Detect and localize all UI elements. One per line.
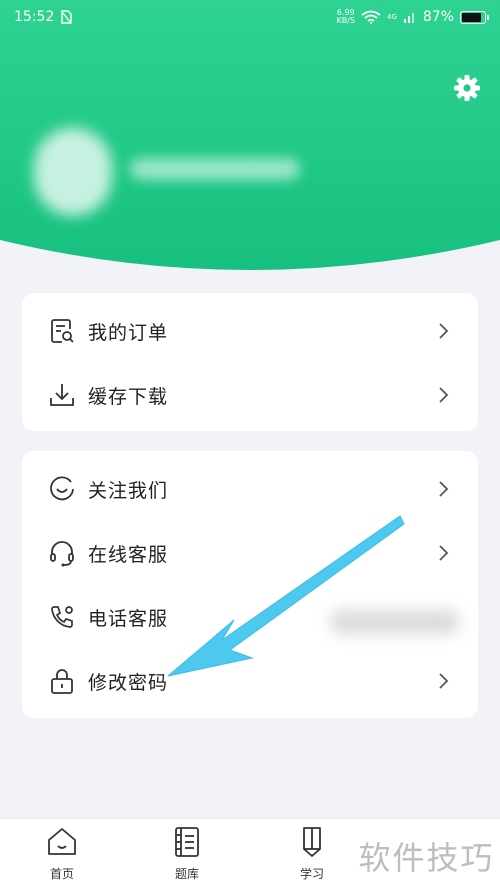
chevron-right-icon bbox=[439, 673, 449, 689]
status-time: 15:52 bbox=[14, 9, 55, 25]
tab-label: 题库 bbox=[174, 867, 199, 881]
username-blurred bbox=[130, 158, 300, 180]
menu-item-my-orders[interactable]: 我的订单 bbox=[22, 299, 478, 363]
phone-icon bbox=[51, 606, 73, 628]
headset-icon bbox=[50, 541, 74, 567]
home-icon bbox=[48, 828, 76, 855]
network-type: 4G bbox=[386, 13, 397, 21]
avatar[interactable] bbox=[34, 128, 112, 216]
menu-card-account: 我的订单 缓存下载 bbox=[22, 293, 478, 431]
sim-icon bbox=[61, 10, 73, 24]
question-bank-icon bbox=[175, 827, 199, 857]
status-bar: 15:52 6.99 KB/S 4G 87% bbox=[0, 0, 500, 34]
tab-label: 学习 bbox=[299, 867, 324, 881]
menu-item-label: 我的订单 bbox=[88, 321, 169, 344]
wifi-icon bbox=[361, 10, 381, 24]
menu-item-label: 修改密码 bbox=[88, 671, 169, 694]
pencil-icon bbox=[303, 827, 321, 857]
smile-icon bbox=[50, 476, 74, 501]
signal-icon bbox=[403, 13, 414, 23]
battery-percent: 87% bbox=[422, 9, 454, 25]
chevron-right-icon bbox=[439, 545, 449, 561]
chevron-right-icon bbox=[439, 481, 449, 497]
tab-question-bank[interactable]: 题库 bbox=[157, 825, 217, 885]
chevron-right-icon bbox=[439, 387, 449, 403]
menu-item-label: 在线客服 bbox=[88, 543, 169, 566]
watermark: 软件技巧 bbox=[353, 826, 500, 886]
menu-item-label: 缓存下载 bbox=[88, 385, 169, 408]
download-icon bbox=[50, 384, 74, 406]
lock-icon bbox=[51, 669, 73, 694]
profile-header: 15:52 6.99 KB/S 4G 87% bbox=[0, 0, 500, 272]
tab-home[interactable]: 首页 bbox=[32, 825, 92, 885]
menu-item-label: 关注我们 bbox=[88, 479, 169, 502]
annotation-arrow-icon bbox=[167, 515, 405, 677]
settings-gear-icon[interactable] bbox=[453, 74, 481, 102]
network-speed: 6.99 KB/S bbox=[336, 8, 355, 25]
tab-label: 首页 bbox=[49, 867, 74, 881]
order-search-icon bbox=[51, 319, 74, 343]
tab-study[interactable]: 学习 bbox=[282, 825, 342, 885]
menu-item-cache-download[interactable]: 缓存下载 bbox=[22, 363, 478, 427]
chevron-right-icon bbox=[439, 323, 449, 339]
battery-icon bbox=[460, 10, 489, 24]
menu-item-label: 电话客服 bbox=[88, 607, 169, 630]
